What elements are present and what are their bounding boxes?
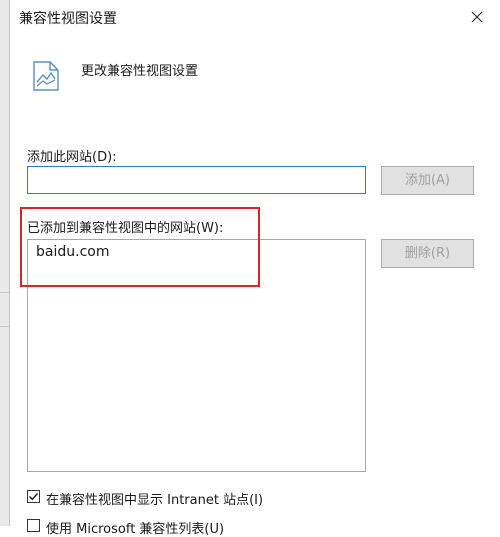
microsoft-list-label: 使用 Microsoft 兼容性列表(U) [46, 522, 225, 537]
dialog-title: 兼容性视图设置 [19, 11, 117, 27]
background-divider [0, 292, 9, 293]
add-button[interactable]: 添加(A) [381, 166, 474, 195]
checkmark-icon [29, 493, 39, 501]
add-website-input[interactable] [27, 166, 366, 194]
remove-button[interactable]: 删除(R) [381, 239, 474, 268]
header-text: 更改兼容性视图设置 [81, 64, 199, 79]
close-icon [471, 11, 483, 23]
compatibility-icon [33, 61, 59, 91]
added-websites-list[interactable]: baidu.com [27, 239, 366, 472]
intranet-label: 在兼容性视图中显示 Intranet 站点(I) [46, 493, 264, 508]
added-websites-label: 已添加到兼容性视图中的网站(W): [27, 221, 224, 236]
compatibility-view-settings-dialog: 兼容性视图设置 更改兼容性视图设置 添加此网站(D): 添加(A) 已添加到兼容… [9, 0, 500, 537]
close-button[interactable] [464, 5, 490, 29]
background-divider [0, 326, 9, 327]
intranet-checkbox[interactable] [27, 490, 40, 503]
list-item[interactable]: baidu.com [36, 244, 109, 260]
add-website-label: 添加此网站(D): [27, 150, 117, 165]
title-bar: 兼容性视图设置 [10, 0, 500, 34]
